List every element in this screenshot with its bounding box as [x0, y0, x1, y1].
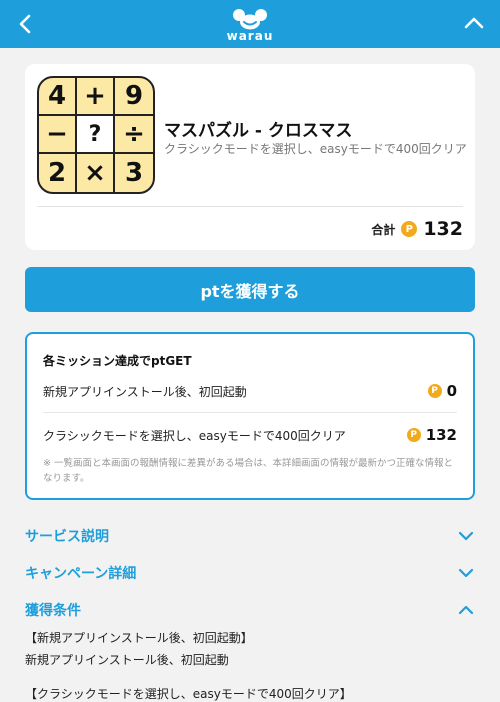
mission-label: 新規アプリインストール後、初回起動 [43, 384, 247, 399]
icon-cell: 9 [115, 78, 153, 116]
logo-text: warau [226, 28, 274, 43]
chevron-down-icon [458, 568, 474, 578]
mission-box: 各ミッション達成でptGET 新規アプリインストール後、初回起動 P 0 クラシ… [25, 332, 475, 500]
warau-logo[interactable]: warau [227, 8, 274, 43]
mission-value: 132 [425, 426, 457, 444]
mission-value: 0 [446, 382, 457, 400]
total-label: 合計 [371, 222, 396, 237]
app-subtitle: クラシックモードを選択し、easyモードで400回クリア [164, 142, 467, 156]
section-label: 獲得条件 [25, 603, 81, 619]
mission-heading: 各ミッション達成でptGET [43, 354, 192, 368]
icon-cell: 4 [39, 78, 77, 116]
condition-heading: 【クラシックモードを選択し、easyモードで400回クリア】 [25, 687, 352, 701]
mission-note: ※ 一覧画面と本画面の報酬情報に差異がある場合は、本詳細画面の情報が最新かつ正確… [43, 458, 453, 484]
chevron-left-icon[interactable] [14, 12, 38, 36]
divider [43, 412, 457, 413]
point-coin-icon: P [406, 428, 421, 442]
icon-cell: ? [77, 116, 115, 154]
section-service-description[interactable]: サービス説明 [25, 524, 475, 548]
divider [37, 206, 463, 207]
section-label: キャンペーン詳細 [25, 566, 137, 582]
mission-reward: P 0 [427, 382, 457, 400]
point-coin-icon: P [401, 221, 418, 237]
condition-heading: 【新規アプリインストール後、初回起動】 [25, 631, 253, 645]
icon-cell: × [77, 154, 115, 192]
get-points-button[interactable]: ptを獲得する [25, 267, 475, 312]
section-label: サービス説明 [25, 529, 109, 545]
point-coin-icon: P [427, 384, 442, 398]
total-value: 132 [423, 218, 463, 240]
mission-label: クラシックモードを選択し、easyモードで400回クリア [43, 428, 346, 443]
chevron-up-icon [458, 605, 474, 615]
mission-row: 新規アプリインストール後、初回起動 P 0 [43, 378, 457, 404]
mission-row: クラシックモードを選択し、easyモードで400回クリア P 132 [43, 422, 457, 448]
logo-mark-icon [233, 8, 267, 29]
mission-reward: P 132 [406, 426, 457, 444]
icon-cell: + [77, 78, 115, 116]
chevron-up-icon[interactable] [462, 12, 486, 36]
top-navigation-bar: warau [0, 0, 500, 48]
icon-cell: 3 [124, 158, 144, 188]
section-campaign-details[interactable]: キャンペーン詳細 [25, 561, 475, 585]
app-card: 4 + 9 − ? ÷ 2 × 3 マスパズル - クロスマス クラシックモード… [25, 64, 475, 250]
icon-cell: 2 [39, 154, 77, 192]
total-points: 合計 P 132 [371, 216, 463, 242]
condition-text: 新規アプリインストール後、初回起動 [25, 653, 229, 667]
section-acquisition-conditions[interactable]: 獲得条件 [25, 598, 475, 622]
chevron-down-icon [458, 531, 474, 541]
app-icon: 4 + 9 − ? ÷ 2 × 3 [37, 76, 155, 194]
icon-cell: − [39, 116, 77, 154]
icon-cell: ÷ [115, 116, 153, 154]
app-title: マスパズル - クロスマス [164, 121, 353, 141]
